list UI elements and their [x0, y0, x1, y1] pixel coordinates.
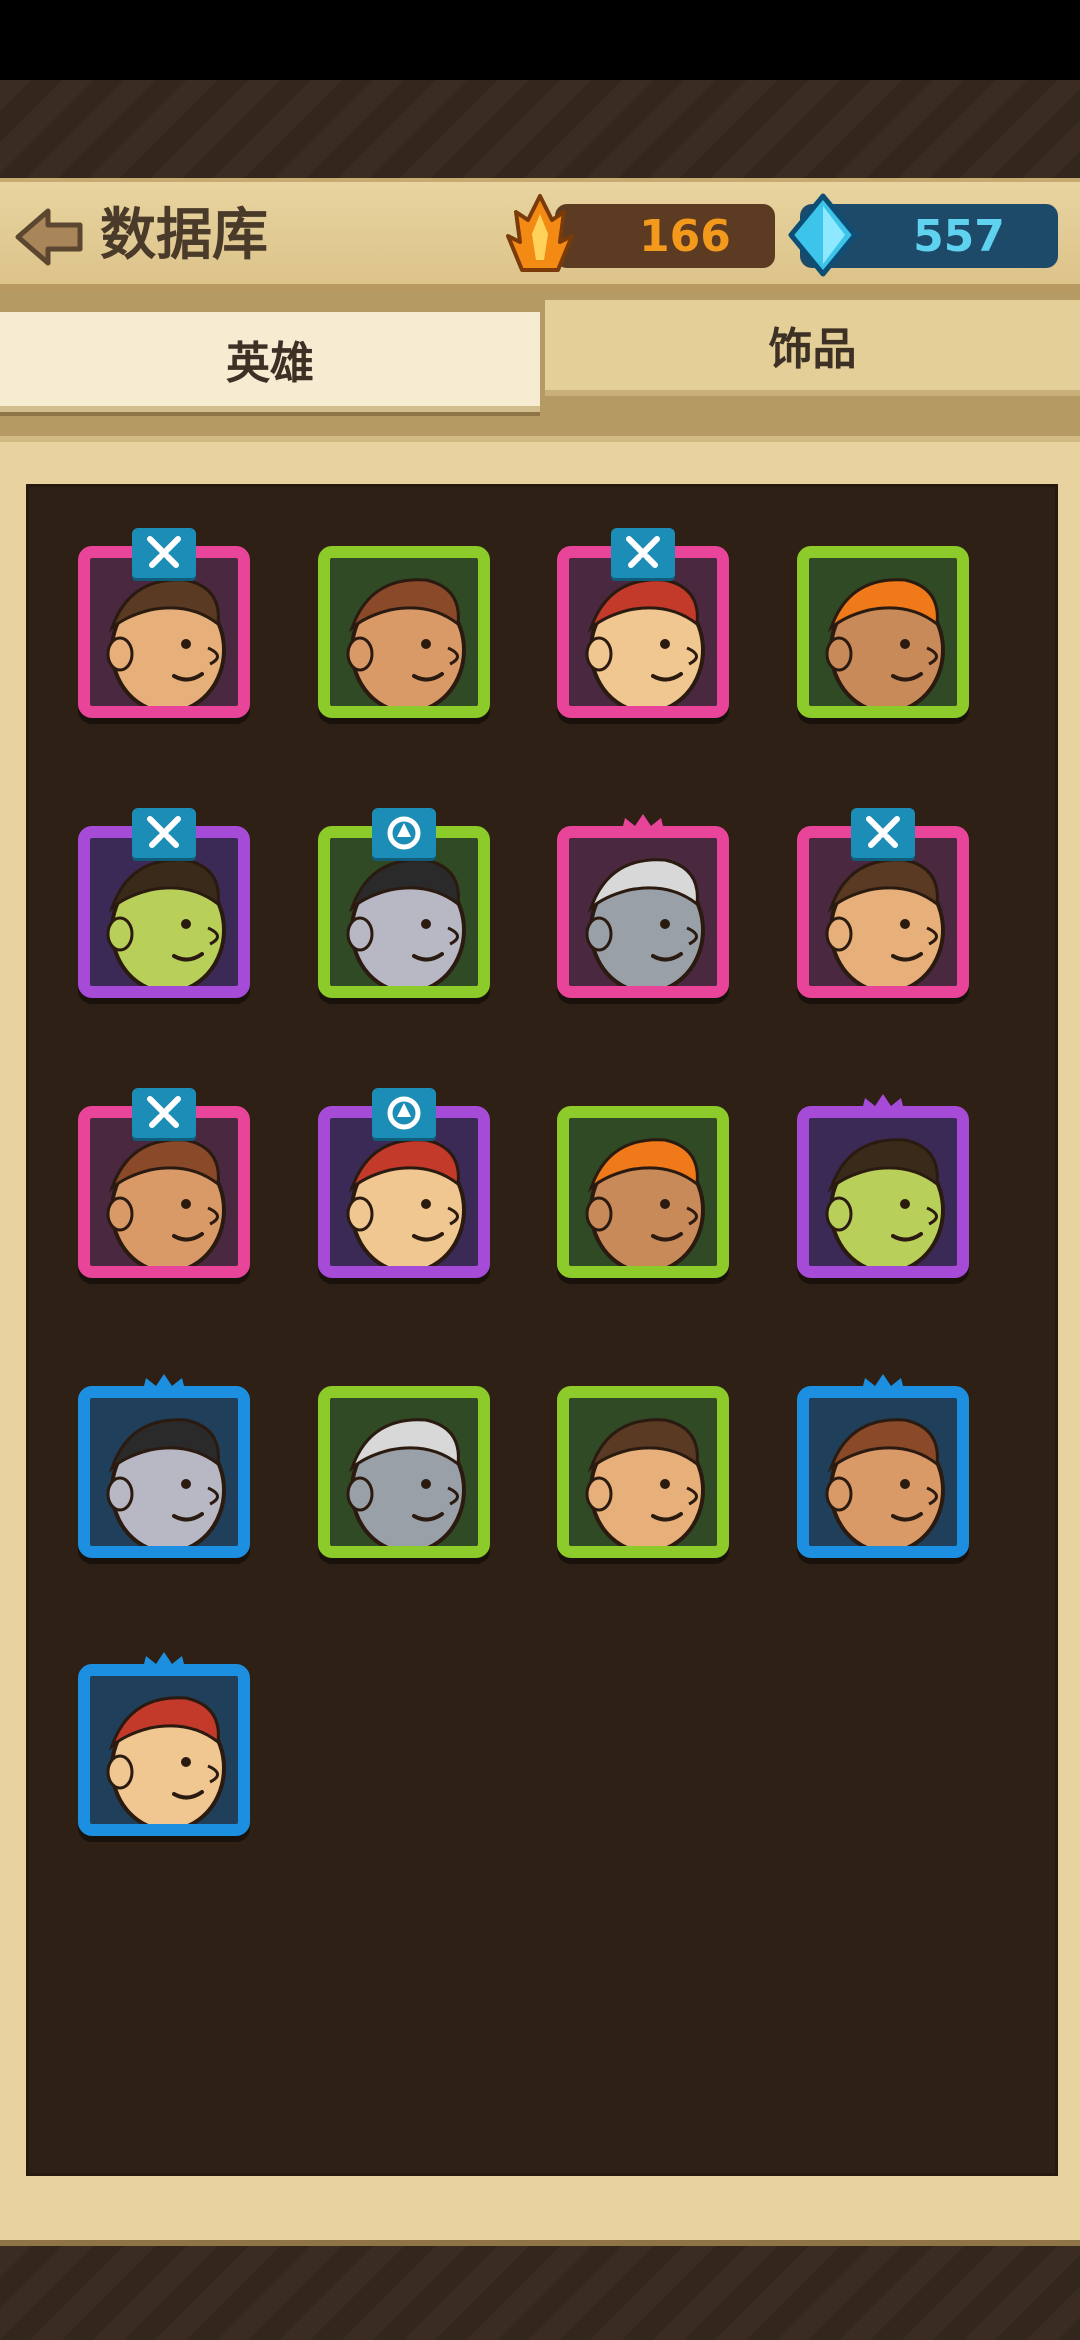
hero-card[interactable] — [787, 1374, 977, 1564]
hero-card[interactable] — [787, 534, 977, 724]
status-bar — [0, 0, 1080, 80]
hero-portrait — [346, 858, 466, 986]
crossed-swords-icon — [611, 528, 675, 578]
shield-icon — [372, 1088, 436, 1138]
hero-frame-green — [318, 546, 490, 718]
diamond-icon — [788, 193, 858, 277]
header-bar: 数据库 166 557 — [0, 178, 1080, 290]
hero-card[interactable] — [68, 528, 258, 724]
hero-frame-purple — [797, 1106, 969, 1278]
hero-card[interactable] — [308, 808, 498, 1004]
hero-portrait — [346, 1138, 466, 1266]
hero-card[interactable] — [308, 1088, 498, 1284]
crown-icon — [857, 1092, 909, 1116]
crown-icon — [138, 1372, 190, 1396]
crossed-swords-icon — [132, 528, 196, 578]
crown-icon — [857, 1372, 909, 1396]
hero-portrait — [346, 578, 466, 706]
hero-portrait — [106, 1696, 226, 1824]
hero-portrait — [106, 578, 226, 706]
crown-icon — [617, 812, 669, 836]
hero-frame-pink — [557, 826, 729, 998]
hero-card[interactable] — [308, 534, 498, 724]
tab-heroes[interactable]: 英雄 — [0, 312, 540, 412]
hero-frame-blue — [797, 1386, 969, 1558]
shield-icon — [372, 808, 436, 858]
page-title: 数据库 — [100, 203, 268, 268]
crossed-swords-icon — [132, 1088, 196, 1138]
hero-portrait — [346, 1418, 466, 1546]
hero-frame-green — [557, 1386, 729, 1558]
hero-card[interactable] — [547, 528, 737, 724]
gold-amount: 166 — [639, 210, 731, 262]
hero-frame-green — [797, 546, 969, 718]
gem-amount: 557 — [913, 210, 1005, 262]
hero-card[interactable] — [68, 808, 258, 1004]
hero-portrait — [825, 578, 945, 706]
bottom-decor-band — [0, 2240, 1080, 2340]
hero-frame-blue — [78, 1386, 250, 1558]
hero-portrait — [585, 1418, 705, 1546]
hero-card[interactable] — [547, 814, 737, 1004]
hero-card[interactable] — [547, 1094, 737, 1284]
back-button[interactable] — [12, 202, 88, 272]
top-decor-band — [0, 80, 1080, 178]
hero-portrait — [585, 1138, 705, 1266]
hero-portrait — [585, 578, 705, 706]
hero-grid-panel — [26, 484, 1058, 2176]
crown-icon — [138, 1650, 190, 1674]
back-arrow-icon — [15, 208, 83, 266]
hero-portrait — [825, 858, 945, 986]
gold-counter[interactable]: 166 — [555, 204, 775, 268]
hero-card[interactable] — [68, 1374, 258, 1564]
hero-portrait — [825, 1418, 945, 1546]
hero-card[interactable] — [787, 808, 977, 1004]
hero-frame-green — [318, 1386, 490, 1558]
hero-portrait — [825, 1138, 945, 1266]
hero-portrait — [106, 1138, 226, 1266]
crossed-swords-icon — [851, 808, 915, 858]
hero-card[interactable] — [547, 1374, 737, 1564]
hero-card[interactable] — [68, 1088, 258, 1284]
hero-card[interactable] — [68, 1652, 258, 1842]
hero-portrait — [106, 858, 226, 986]
tabs-bar: 英雄 饰品 — [0, 290, 1080, 436]
hero-frame-green — [557, 1106, 729, 1278]
hero-frame-blue — [78, 1664, 250, 1836]
tab-accessories[interactable]: 饰品 — [545, 300, 1080, 396]
hero-card[interactable] — [308, 1374, 498, 1564]
fire-crystal-icon — [506, 194, 574, 272]
hero-card[interactable] — [787, 1094, 977, 1284]
crossed-swords-icon — [132, 808, 196, 858]
hero-portrait — [585, 858, 705, 986]
hero-portrait — [106, 1418, 226, 1546]
